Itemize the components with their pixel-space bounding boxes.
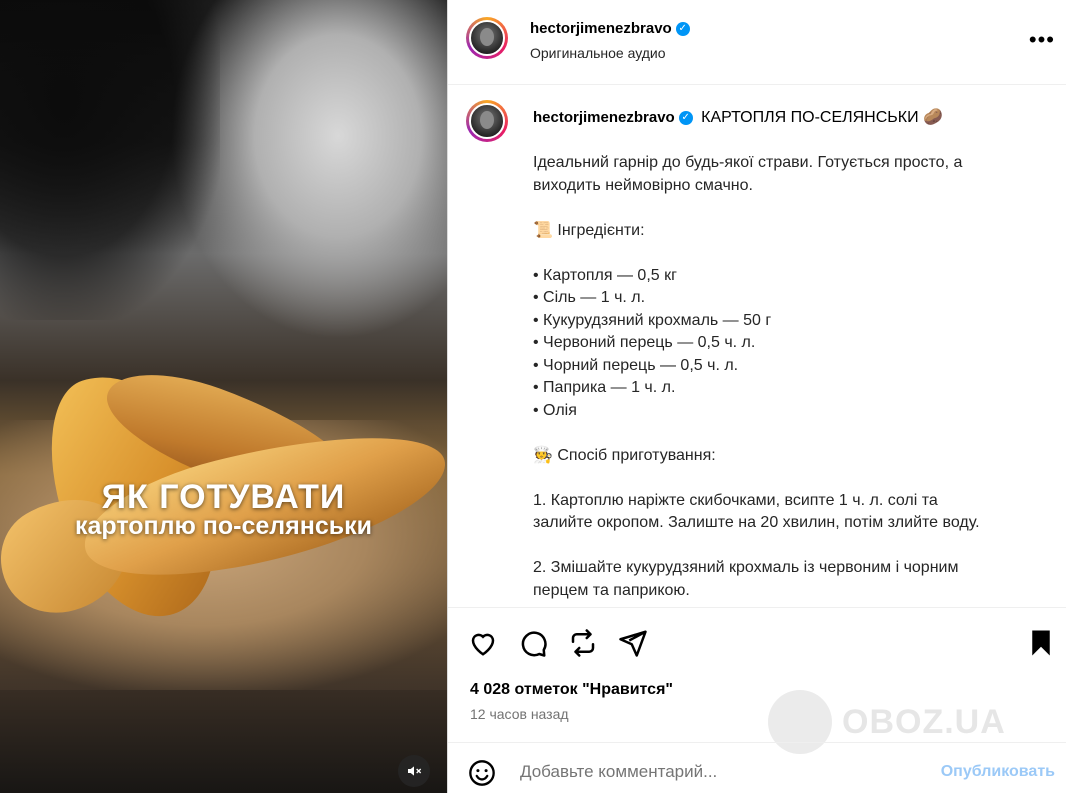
caption-line: • Червоний перець — 0,5 ч. л.: [533, 334, 756, 351]
caption-line: [533, 422, 1033, 445]
comment-bar: Опубликовать: [448, 742, 1066, 794]
post-time[interactable]: 12 часов назад: [470, 706, 569, 722]
caption-line: • Кукурудзяний крохмаль — 50 г: [533, 311, 772, 329]
avatar[interactable]: [466, 17, 508, 59]
post-panel: hectorjimenezbravo ✓ Оригинальное аудио •…: [447, 0, 1066, 793]
verified-badge-icon: ✓: [675, 21, 690, 36]
caption-line: • Сіль — 1 ч. л.: [533, 289, 646, 306]
media-overlay-subtitle: картоплю по-селянськи: [74, 512, 373, 540]
caption-body: Ідеальний гарнір до будь-якої страви. Го…: [533, 152, 1033, 602]
caption-title: КАРТОПЛЯ ПО-СЕЛЯНСЬКИ 🥔: [701, 109, 943, 126]
bookmark-icon[interactable]: [1026, 628, 1056, 658]
speaker-muted-icon: [408, 766, 422, 776]
emoji-icon[interactable]: [468, 759, 496, 787]
caption-area: hectorjimenezbravo ✓ КАРТОПЛЯ ПО-СЕЛЯНСЬК…: [448, 85, 1066, 608]
caption-line: 🧑‍🍳 Спосіб приготування:: [533, 446, 716, 464]
caption-line: [533, 242, 1033, 265]
caption-line: 📜 Інгредієнти:: [533, 221, 645, 239]
caption-line: [533, 467, 1033, 490]
audio-label[interactable]: Оригинальное аудио: [530, 45, 666, 61]
post-header: hectorjimenezbravo ✓ Оригинальное аудио •…: [448, 0, 1066, 85]
verified-badge-icon: ✓: [678, 110, 693, 125]
caption-line: [533, 197, 1033, 220]
caption-line: 1. Картоплю наріжте скибочками, всипте 1…: [533, 491, 938, 509]
caption-line: [533, 535, 1033, 558]
mute-button[interactable]: [398, 755, 430, 787]
comment-input[interactable]: [518, 761, 822, 783]
caption-line: • Картопля — 0,5 кг: [533, 266, 677, 284]
caption-line: залийте окропом. Залиште на 20 хвилин, п…: [533, 514, 980, 531]
watermark-text: OBOZ.UA: [842, 702, 1006, 741]
action-bar: [448, 610, 1066, 680]
caption-line: • Чорний перець — 0,5 ч. л.: [533, 356, 739, 374]
caption-username[interactable]: hectorjimenezbravo: [533, 109, 675, 126]
header-username[interactable]: hectorjimenezbravo: [530, 20, 672, 37]
caption-avatar[interactable]: [466, 100, 508, 142]
more-options-icon[interactable]: •••: [1029, 27, 1055, 53]
heart-icon[interactable]: [468, 628, 498, 658]
repost-icon[interactable]: [568, 628, 598, 658]
likes-count[interactable]: 4 028 отметок "Нравится": [470, 681, 673, 699]
share-icon[interactable]: [618, 628, 648, 658]
caption-line: • Паприка — 1 ч. л.: [533, 379, 676, 396]
reel-media[interactable]: ЯК ГОТУВАТИ картоплю по-селянськи: [0, 0, 447, 793]
caption-line: перцем та паприкою.: [533, 581, 690, 599]
caption-line: • Олія: [533, 401, 577, 419]
background-shadow: [0, 0, 220, 320]
caption-header: hectorjimenezbravo ✓ КАРТОПЛЯ ПО-СЕЛЯНСЬК…: [533, 107, 943, 127]
caption-line: Ідеальний гарнір до будь-якої страви. Го…: [533, 154, 963, 171]
comment-icon[interactable]: [518, 628, 548, 658]
caption-line: 2. Змішайте кукурудзяний крохмаль із чер…: [533, 559, 959, 576]
publish-button[interactable]: Опубликовать: [941, 763, 1055, 781]
caption-line: виходить неймовірно смачно.: [533, 176, 753, 194]
